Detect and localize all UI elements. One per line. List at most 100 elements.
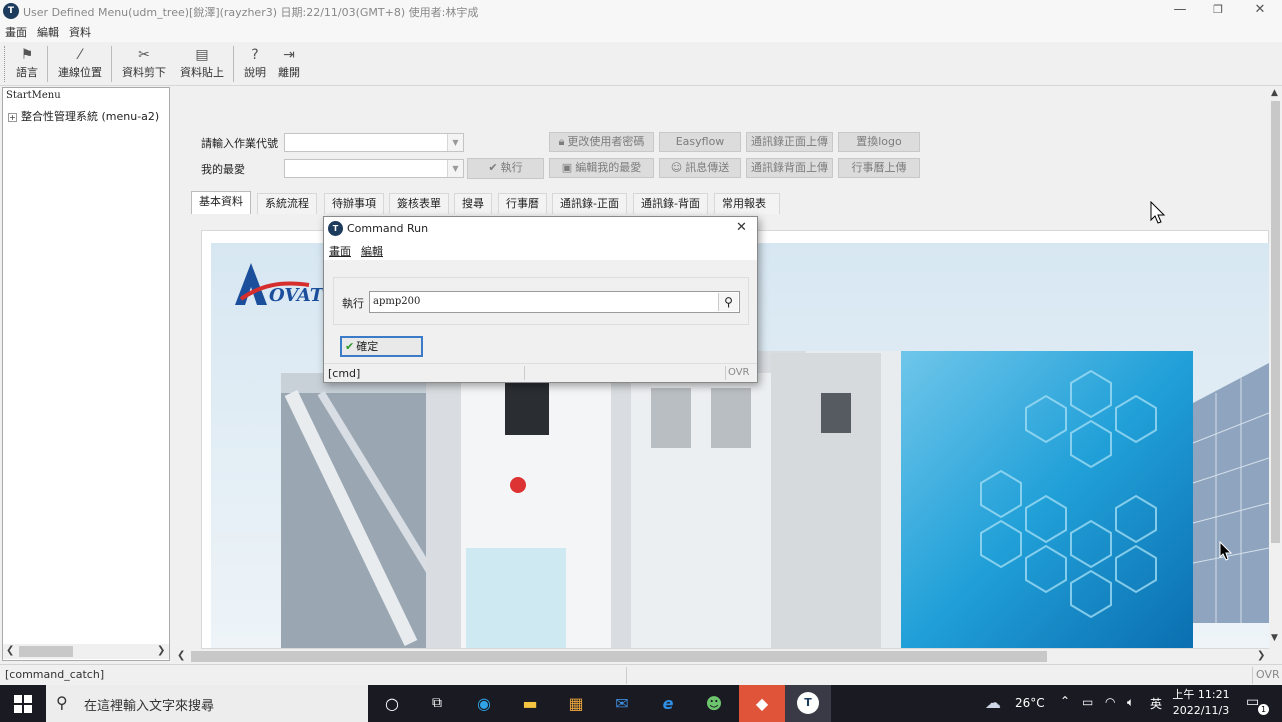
tab-contacts-back[interactable]: 通訊錄-背面 — [633, 193, 708, 214]
connection-location-button[interactable]: ⁄ 連線位置 — [54, 46, 106, 84]
menu-screen[interactable]: 畫面 — [5, 24, 27, 40]
contacts-front-upload-button[interactable]: 通訊錄正面上傳 — [746, 132, 833, 152]
restore-icon[interactable]: ❐ — [1196, 0, 1240, 22]
language-label: 語言 — [16, 66, 38, 79]
windows-start-icon[interactable] — [0, 685, 46, 722]
scroll-left-icon[interactable]: ❮ — [177, 650, 185, 661]
search-icon: ⚲ — [56, 693, 68, 712]
menu-edit[interactable]: 編輯 — [37, 24, 59, 40]
replace-logo-label: 置換logo — [856, 135, 902, 148]
calendar-upload-button[interactable]: 行事曆上傳 — [838, 158, 920, 178]
tree-root[interactable]: StartMenu — [6, 90, 61, 101]
easyflow-button[interactable]: Easyflow — [659, 132, 741, 152]
tab-calendar[interactable]: 行事曆 — [498, 193, 547, 214]
tab-system-flow[interactable]: 系統流程 — [257, 193, 317, 214]
command-input[interactable]: apmp200 ⚲ — [369, 291, 740, 313]
edge-browser-icon[interactable]: ◉ — [461, 685, 507, 722]
close-icon[interactable]: ✕ — [736, 220, 747, 235]
scroll-thumb[interactable] — [1271, 101, 1280, 543]
main-vertical-scrollbar[interactable]: ▲ ▼ — [1269, 87, 1282, 649]
scroll-right-icon[interactable]: ❯ — [157, 645, 165, 656]
menu-tree: StartMenu + 整合性管理系統 (menu-a2) — [2, 87, 170, 661]
ok-button[interactable]: ✔ 確定 — [340, 336, 423, 357]
volume-icon[interactable]: 🔈︎ — [1127, 695, 1134, 710]
tab-basic-info[interactable]: 基本資料 — [191, 191, 251, 214]
chat-app-icon[interactable]: ☻ — [691, 685, 737, 722]
run-button[interactable]: ✔ 執行 — [467, 158, 544, 179]
status-bar: [command_catch] OVR — [0, 664, 1282, 685]
dialog-menu-screen[interactable]: 畫面 — [329, 243, 351, 259]
tab-common-reports[interactable]: 常用報表 — [714, 193, 780, 214]
taskbar-search-placeholder: 在這裡輸入文字來搜尋 — [84, 699, 215, 714]
edit-icon: ▣ — [561, 161, 573, 174]
send-message-button[interactable]: ☺ 訊息傳送 — [659, 158, 741, 178]
microsoft-store-icon[interactable]: ▦ — [553, 685, 599, 722]
search-icon[interactable]: ⚲ — [718, 293, 738, 311]
internet-explorer-icon[interactable]: e — [645, 685, 691, 722]
dialog-title-bar: T Command Run ✕ — [324, 217, 757, 240]
scroll-left-icon[interactable]: ❮ — [6, 645, 14, 656]
command-run-dialog: T Command Run ✕ 畫面 編輯 執行 apmp200 ⚲ ✔ 確定 [… — [323, 216, 758, 383]
cut-data-button[interactable]: ✂ 資料剪下 — [118, 46, 170, 84]
chevron-up-icon[interactable]: ⌃ — [1060, 694, 1070, 708]
file-explorer-icon[interactable]: ▬ — [507, 685, 553, 722]
change-password-button[interactable]: 🔒︎ 更改使用者密碼 — [549, 132, 654, 152]
check-icon: ✔ — [488, 161, 498, 174]
tab-approval-forms[interactable]: 簽核表單 — [389, 193, 449, 214]
toolbar: ⚑ 語言 ⁄ 連線位置 ✂ 資料剪下 ▤ 資料貼上 ? 說明 ⇥ 離開 — [0, 42, 1282, 86]
ime-indicator[interactable]: 英 — [1150, 695, 1162, 712]
job-code-combo[interactable]: ▼ — [284, 133, 464, 152]
scroll-thumb[interactable] — [19, 646, 73, 657]
taskbar-search-box[interactable]: ⚲ 在這裡輸入文字來搜尋 — [46, 685, 368, 722]
scroll-right-icon[interactable]: ❯ — [1257, 650, 1265, 661]
main-horizontal-scrollbar[interactable]: ❮ ❯ — [173, 649, 1269, 664]
taskbar-clock[interactable]: 上午 11:21 2022/11/3 — [1168, 687, 1234, 719]
flag-icon: ⚑ — [20, 47, 34, 63]
cut-data-label: 資料剪下 — [122, 66, 166, 79]
tiptop-app-icon[interactable]: T — [785, 685, 831, 722]
tab-search[interactable]: 搜尋 — [454, 193, 492, 214]
mouse-cursor-icon — [1219, 541, 1233, 561]
weather-temperature[interactable]: 26°C — [1015, 696, 1045, 710]
tree-item-label: 整合性管理系統 (menu-a2) — [21, 110, 160, 123]
help-button[interactable]: ? 說明 — [240, 46, 270, 84]
windows-taskbar: ⚲ 在這裡輸入文字來搜尋 ○ ⧉ ◉ ▬ ▦ ✉ e ☻ ◆ T ☁ 26°C … — [0, 685, 1282, 722]
clock-date: 2022/11/3 — [1172, 704, 1230, 717]
language-button[interactable]: ⚑ 語言 — [12, 46, 42, 84]
edit-favorites-button[interactable]: ▣ 編輯我的最愛 — [549, 158, 654, 178]
cortana-icon[interactable]: ○ — [369, 685, 415, 722]
contacts-back-upload-button[interactable]: 通訊錄背面上傳 — [746, 158, 833, 178]
chevron-down-icon[interactable]: ▼ — [447, 134, 463, 151]
close-icon[interactable]: ✕ — [1238, 0, 1282, 22]
tree-horizontal-scrollbar[interactable]: ❮ ❯ — [3, 644, 169, 659]
task-view-icon[interactable]: ⧉ — [414, 685, 460, 722]
company-logo-text: OVAT — [269, 285, 324, 306]
favorite-combo[interactable]: ▼ — [284, 159, 464, 178]
dialog-status-left: [cmd] — [328, 367, 361, 380]
menu-bar: 畫面 編輯 資料 — [0, 22, 1282, 42]
tab-todo[interactable]: 待辦事項 — [324, 193, 384, 214]
send-message-label: 訊息傳送 — [685, 161, 730, 174]
tree-item-menu-a2[interactable]: + 整合性管理系統 (menu-a2) — [8, 108, 159, 124]
paste-data-button[interactable]: ▤ 資料貼上 — [176, 46, 228, 84]
tab-contacts-front[interactable]: 通訊錄-正面 — [552, 193, 627, 214]
calendar-upload-label: 行事曆上傳 — [851, 161, 907, 174]
help-icon: ? — [251, 47, 259, 63]
dialog-menu-edit[interactable]: 編輯 — [361, 243, 383, 259]
replace-logo-button[interactable]: 置換logo — [838, 132, 920, 152]
scroll-down-icon[interactable]: ▼ — [1271, 633, 1278, 643]
scroll-thumb[interactable] — [191, 651, 1047, 662]
status-left-text: [command_catch] — [5, 668, 105, 681]
check-icon: ✔ — [345, 340, 355, 353]
expand-icon[interactable]: + — [8, 112, 17, 122]
dialog-title: Command Run — [347, 222, 429, 235]
exit-button[interactable]: ⇥ 離開 — [274, 46, 304, 84]
lock-icon: 🔒︎ — [558, 135, 565, 148]
wifi-icon[interactable]: ◠ — [1105, 695, 1115, 709]
battery-icon[interactable]: ▭ — [1082, 695, 1093, 709]
mail-icon[interactable]: ✉ — [599, 685, 645, 722]
scroll-up-icon[interactable]: ▲ — [1271, 88, 1278, 98]
recording-app-icon[interactable]: ◆ — [739, 685, 785, 722]
menu-data[interactable]: 資料 — [69, 24, 91, 40]
chevron-down-icon[interactable]: ▼ — [447, 160, 463, 177]
